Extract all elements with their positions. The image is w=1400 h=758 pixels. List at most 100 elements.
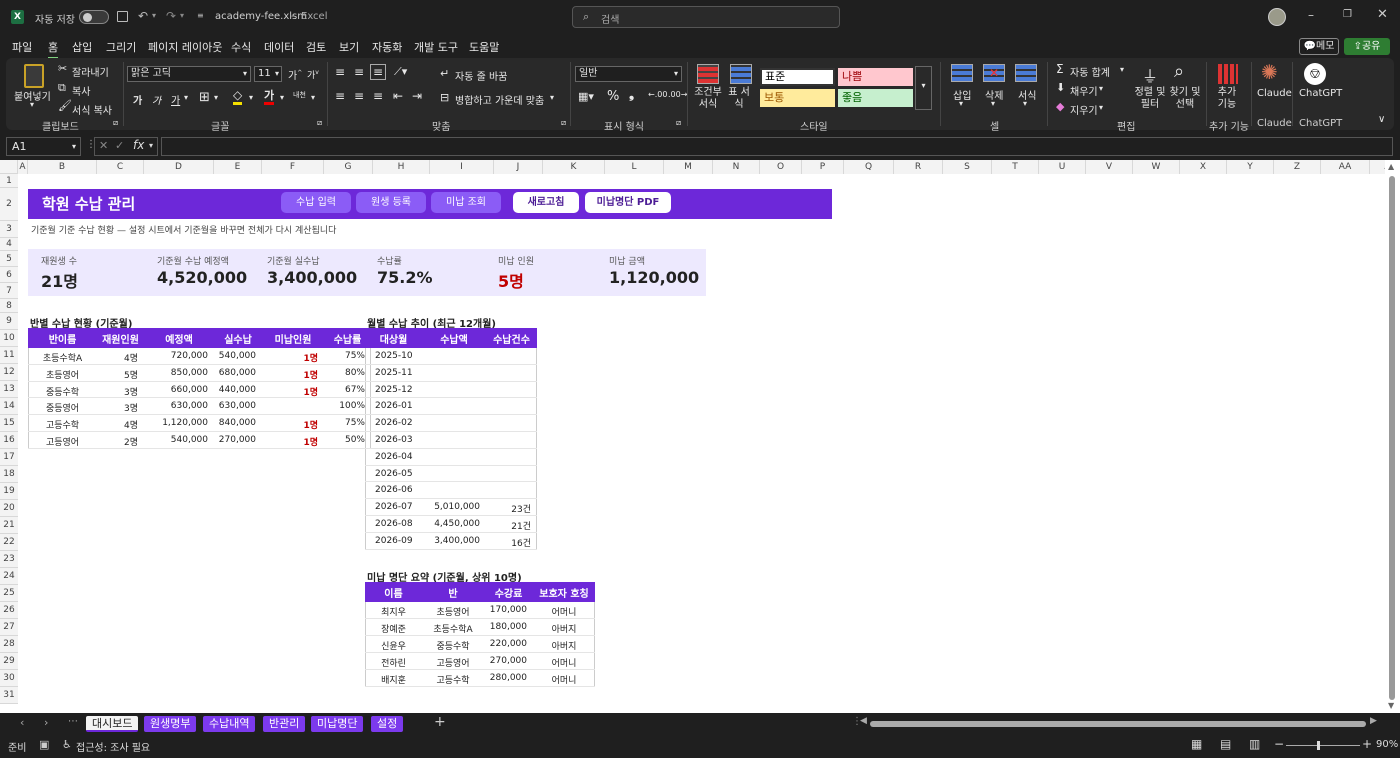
accessibility-icon[interactable]: ♿ (62, 738, 72, 751)
row-header[interactable]: 7 (0, 283, 18, 299)
style-neutral[interactable]: 보통 (760, 89, 835, 107)
scroll-up-icon[interactable]: ▲ (1388, 162, 1394, 171)
style-normal[interactable]: 표준 (760, 68, 835, 86)
accounting-format-icon[interactable]: ▦▾ (578, 90, 594, 103)
addins-icon[interactable] (1218, 64, 1238, 84)
font-color-dropdown-icon[interactable]: ▾ (280, 93, 284, 102)
add-sheet-icon[interactable]: + (434, 714, 446, 730)
formula-input[interactable] (161, 137, 1393, 156)
style-good[interactable]: 좋음 (838, 89, 913, 107)
column-header[interactable]: U (1039, 160, 1086, 174)
fill-dropdown-icon[interactable]: ▾ (1099, 84, 1103, 93)
column-header[interactable]: T (992, 160, 1039, 174)
sort-filter-button[interactable]: 정렬 및 필터 (1133, 87, 1167, 111)
column-header[interactable]: G (324, 160, 373, 174)
chatgpt-button[interactable]: ChatGPT (1299, 88, 1342, 99)
row-header[interactable]: 8 (0, 299, 18, 313)
row-header[interactable]: 20 (0, 500, 18, 517)
row-header[interactable]: 23 (0, 551, 18, 568)
increase-decimal-icon[interactable]: ←.00 (648, 90, 667, 99)
tab-formulas[interactable]: 수식 (231, 39, 251, 55)
fill-dropdown-icon[interactable]: ▾ (249, 93, 253, 102)
row-header[interactable]: 10 (0, 330, 18, 347)
format-painter-button[interactable]: 서식 복사 (72, 102, 112, 117)
unpaid-pdf-button[interactable]: 미납명단 PDF (585, 192, 671, 213)
column-header[interactable]: I (430, 160, 494, 174)
column-header[interactable]: B (28, 160, 97, 174)
wrap-text-button[interactable]: 자동 줄 바꿈 (455, 68, 507, 83)
row-header[interactable]: 26 (0, 602, 18, 619)
prev-sheet-icon[interactable]: ‹ (20, 716, 24, 729)
find-select-button[interactable]: 찾기 및 선택 (1168, 87, 1202, 111)
column-header[interactable]: Z (1274, 160, 1321, 174)
percent-icon[interactable]: % (607, 89, 619, 104)
align-center-icon[interactable]: ≡ (354, 89, 364, 103)
align-top-icon[interactable]: ≡ (335, 65, 345, 79)
phonetic-dropdown-icon[interactable]: ▾ (311, 93, 315, 102)
unpaid-lookup-button[interactable]: 미납 조회 (431, 192, 501, 213)
column-header[interactable]: M (664, 160, 713, 174)
row-header[interactable]: 16 (0, 432, 18, 449)
italic-button[interactable]: 가 (152, 92, 161, 107)
column-header[interactable]: L (605, 160, 664, 174)
clear-button[interactable]: 지우기 (1070, 102, 1098, 117)
column-header[interactable]: C (97, 160, 144, 174)
zoom-slider-thumb[interactable] (1317, 741, 1320, 750)
tab-draw[interactable]: 그리기 (106, 39, 136, 55)
vertical-scrollbar[interactable]: ▲ ▼ (1385, 160, 1400, 713)
column-header[interactable]: Y (1227, 160, 1274, 174)
format-cells-button[interactable]: 서식 (1018, 87, 1036, 102)
merge-dropdown-icon[interactable]: ▾ (550, 93, 554, 102)
row-header[interactable]: 1 (0, 174, 18, 188)
row-header[interactable]: 5 (0, 251, 18, 267)
enter-icon[interactable]: ✓ (115, 139, 124, 152)
orientation-icon[interactable]: ⟋▾ (394, 65, 407, 79)
format-as-table-icon[interactable] (730, 64, 752, 84)
column-header[interactable]: AA (1321, 160, 1370, 174)
cut-button[interactable]: 잘라내기 (72, 64, 109, 79)
accessibility-status[interactable]: 접근성: 조사 필요 (76, 739, 150, 754)
sheet-tab-dashboard[interactable]: 대시보드 (86, 716, 139, 732)
cancel-icon[interactable]: ✕ (99, 139, 108, 152)
column-header[interactable]: K (543, 160, 605, 174)
tab-page-layout[interactable]: 페이지 레이아웃 (148, 39, 222, 55)
clear-dropdown-icon[interactable]: ▾ (1099, 103, 1103, 112)
row-header[interactable]: 2 (0, 188, 18, 221)
save-icon[interactable] (117, 11, 128, 22)
decrease-decimal-icon[interactable]: .00→ (668, 90, 687, 99)
row-header[interactable]: 13 (0, 381, 18, 398)
macro-record-icon[interactable]: ▣ (39, 738, 49, 751)
increase-indent-icon[interactable]: ⇥ (412, 89, 422, 103)
row-header[interactable]: 21 (0, 517, 18, 534)
column-header[interactable]: H (373, 160, 430, 174)
underline-dropdown-icon[interactable]: ▾ (184, 93, 188, 102)
delete-dropdown-icon[interactable]: ▾ (991, 99, 995, 108)
align-left-icon[interactable]: ≡ (335, 89, 345, 103)
alignment-launcher-icon[interactable]: ⧄ (561, 118, 566, 128)
page-break-view-icon[interactable]: ▥ (1249, 737, 1260, 751)
undo-icon[interactable]: ↶ (138, 9, 148, 23)
format-cells-icon[interactable] (1015, 64, 1037, 82)
format-as-table-button[interactable]: 표 서식 (728, 87, 750, 111)
styles-more-button[interactable]: ▾ (915, 66, 932, 110)
number-launcher-icon[interactable]: ⧄ (676, 118, 681, 128)
select-all-corner[interactable] (0, 160, 18, 174)
collapse-ribbon-icon[interactable]: ∨ (1378, 114, 1385, 125)
claude-icon[interactable]: ✺ (1261, 60, 1278, 84)
tab-view[interactable]: 보기 (339, 39, 359, 55)
user-avatar[interactable] (1268, 8, 1286, 26)
tab-developer[interactable]: 개발 도구 (414, 39, 458, 55)
row-header[interactable]: 28 (0, 636, 18, 653)
column-header[interactable]: F (262, 160, 324, 174)
page-layout-view-icon[interactable]: ▤ (1220, 737, 1231, 751)
fill-icon[interactable]: ⬇ (1056, 81, 1065, 94)
next-sheet-icon[interactable]: › (44, 716, 48, 729)
decrease-font-size-icon[interactable]: 가v (307, 68, 319, 81)
tab-insert[interactable]: 삽입 (72, 39, 92, 55)
redo-icon[interactable]: ↷ (166, 9, 176, 23)
sheet-tab-payments[interactable]: 수납내역 (203, 716, 256, 732)
row-header[interactable]: 11 (0, 347, 18, 364)
tab-data[interactable]: 데이터 (264, 39, 294, 55)
format-dropdown-icon[interactable]: ▾ (1023, 99, 1027, 108)
style-bad[interactable]: 나쁨 (838, 68, 913, 86)
